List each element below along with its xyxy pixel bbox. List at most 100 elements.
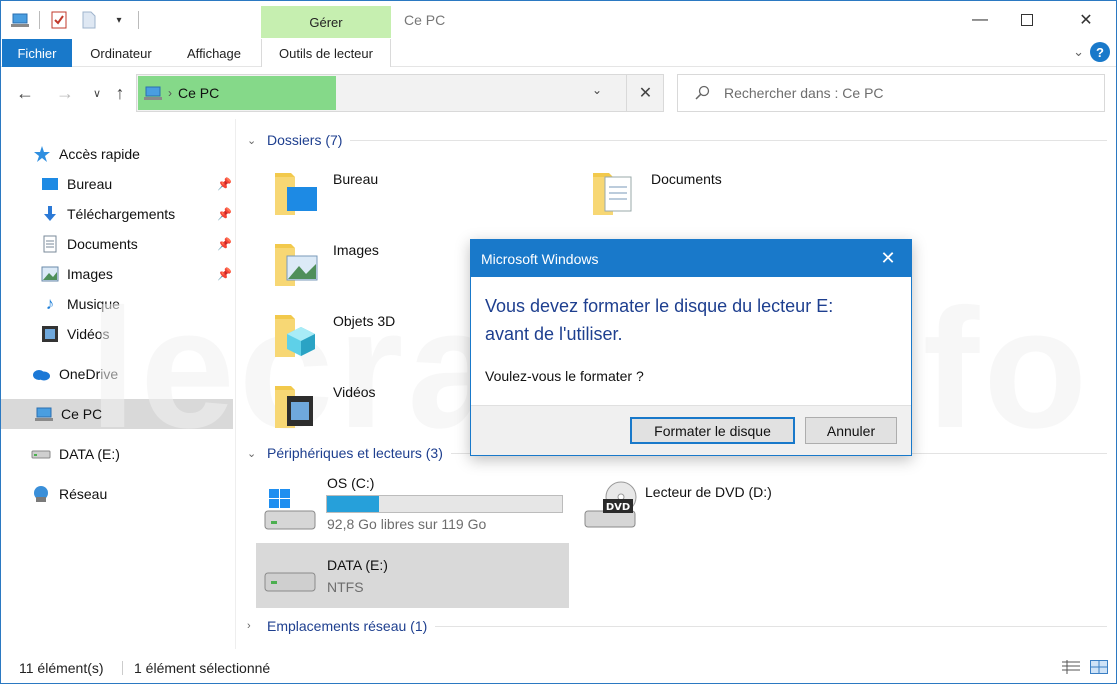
folder-objets-3d[interactable]: Objets 3D <box>267 305 395 361</box>
search-box[interactable]: Rechercher dans : Ce PC <box>677 74 1105 112</box>
format-dialog: Microsoft Windows ✕ Vous devez formater … <box>470 239 912 456</box>
cancel-button[interactable]: Annuler <box>805 417 897 444</box>
group-title: Dossiers (7) <box>267 132 343 148</box>
close-icon: ✕ <box>880 248 896 268</box>
customize-toolbar-icon[interactable]: ▾ <box>108 9 130 31</box>
tab-fichier[interactable]: Fichier <box>2 39 72 67</box>
close-icon: ✕ <box>1079 11 1093 29</box>
window-title: Ce PC <box>404 12 446 28</box>
search-placeholder: Rechercher dans : Ce PC <box>724 85 884 101</box>
sidebar-item-reseau[interactable]: Réseau <box>31 479 233 509</box>
download-icon <box>44 206 56 221</box>
status-separator <box>122 661 123 675</box>
image-icon <box>41 266 59 282</box>
minimize-button[interactable]: — <box>957 1 1003 38</box>
folder-label: Bureau <box>333 171 379 187</box>
breadcrumb-item[interactable]: Ce PC <box>178 85 219 101</box>
expand-ribbon-icon[interactable]: ⌄ <box>1073 44 1084 60</box>
group-header-emplacements-reseau[interactable]: › Emplacements réseau (1) <box>247 618 1107 634</box>
sidebar-item-documents[interactable]: Documents 📌 <box>41 229 233 259</box>
sidebar-item-label: Musique <box>67 296 120 312</box>
back-button[interactable]: ← <box>13 81 37 105</box>
format-disk-button[interactable]: Formater le disque <box>630 417 795 444</box>
3d-objects-folder-icon <box>267 305 323 361</box>
quick-access-toolbar: ▾ <box>9 9 139 31</box>
maximize-button[interactable] <box>1004 1 1050 38</box>
drive-usage-fill <box>327 496 379 512</box>
drive-label: OS (C:) <box>327 475 375 491</box>
drive-dvd-d[interactable]: DVD Lecteur de DVD (D:) <box>577 471 837 533</box>
close-button[interactable]: ✕ <box>1063 1 1109 38</box>
network-icon <box>34 486 48 502</box>
drive-os-c[interactable]: OS (C:) 92,8 Go libres sur 119 Go <box>257 471 577 533</box>
recent-locations-button[interactable]: ∨ <box>85 81 109 105</box>
dialog-close-button[interactable]: ✕ <box>865 240 911 277</box>
up-button[interactable]: ↑ <box>108 81 132 105</box>
folder-bureau[interactable]: Bureau <box>267 163 378 219</box>
navigation-bar: ← → ∨ ↑ › Ce PC ⌄ ✕ Rechercher dans : Ce… <box>1 67 1116 119</box>
tab-ordinateur[interactable]: Ordinateur <box>79 39 163 67</box>
address-bar[interactable]: › Ce PC ⌄ ✕ <box>136 74 664 112</box>
drive-icon <box>31 450 51 459</box>
pane-divider[interactable] <box>235 119 236 649</box>
sidebar-item-musique[interactable]: ♪ Musique <box>41 289 233 319</box>
forward-arrow-icon: → <box>56 82 74 103</box>
group-header-dossiers[interactable]: ⌄ Dossiers (7) <box>247 132 1107 148</box>
cloud-icon <box>33 370 50 381</box>
title-bar: ▾ Gérer Ce PC — ✕ <box>1 1 1116 39</box>
details-view-icon[interactable] <box>1062 660 1080 674</box>
drive-usage-bar <box>326 495 563 513</box>
folder-videos[interactable]: Vidéos <box>267 376 376 432</box>
sidebar-item-videos[interactable]: Vidéos <box>41 319 233 349</box>
tab-affichage[interactable]: Affichage <box>173 39 255 67</box>
address-dropdown-icon[interactable]: ⌄ <box>592 83 602 97</box>
sidebar-item-label: Vidéos <box>67 326 110 342</box>
pin-icon[interactable]: 📌 <box>217 267 232 281</box>
breadcrumb[interactable]: › Ce PC <box>138 76 336 110</box>
sidebar-item-ce-pc[interactable]: Ce PC <box>1 399 233 429</box>
properties-icon[interactable] <box>48 9 70 31</box>
sidebar-item-onedrive[interactable]: OneDrive <box>31 359 233 389</box>
pin-icon[interactable]: 📌 <box>217 237 232 251</box>
computer-icon <box>35 407 53 421</box>
sidebar-item-label: Téléchargements <box>67 206 176 222</box>
toolbar-separator <box>138 11 139 29</box>
drive-filesystem: NTFS <box>327 579 364 595</box>
close-icon: ✕ <box>638 85 653 102</box>
forward-button[interactable]: → <box>53 81 77 105</box>
computer-icon[interactable] <box>9 9 31 31</box>
dialog-main-instruction: Vous devez formater le disque du lecteur… <box>485 292 895 348</box>
sidebar-item-label: Bureau <box>67 176 113 192</box>
video-icon <box>42 326 58 342</box>
dvd-drive-icon: DVD <box>584 481 637 528</box>
folder-documents[interactable]: Documents <box>585 163 722 219</box>
sidebar-item-label: Documents <box>67 236 138 252</box>
desktop-folder-icon <box>267 163 323 219</box>
drive-icon <box>264 572 316 592</box>
sidebar-item-bureau[interactable]: Bureau 📌 <box>41 169 233 199</box>
sidebar-item-acces-rapide[interactable]: Accès rapide <box>33 139 233 169</box>
sidebar-item-telechargements[interactable]: Téléchargements 📌 <box>41 199 233 229</box>
contextual-tab-group[interactable]: Gérer <box>261 6 391 39</box>
tab-outils-de-lecteur[interactable]: Outils de lecteur <box>261 39 391 67</box>
sidebar-item-label: Ce PC <box>61 406 103 422</box>
sidebar-item-label: Images <box>67 266 113 282</box>
large-icons-view-icon[interactable] <box>1090 660 1108 674</box>
dialog-footer: Formater le disque Annuler <box>471 405 911 455</box>
pictures-folder-icon <box>267 234 323 290</box>
new-folder-icon[interactable] <box>78 9 100 31</box>
help-button[interactable]: ? <box>1090 42 1110 62</box>
clear-address-button[interactable]: ✕ <box>626 75 664 111</box>
sidebar-item-data-e[interactable]: DATA (E:) <box>31 439 233 469</box>
folder-images[interactable]: Images <box>267 234 379 290</box>
pin-icon[interactable]: 📌 <box>217 207 232 221</box>
folder-label: Images <box>333 242 379 258</box>
dialog-title: Microsoft Windows <box>471 240 911 277</box>
drive-label: DATA (E:) <box>327 557 388 573</box>
folder-label: Objets 3D <box>333 313 396 329</box>
explorer-window: ▾ Gérer Ce PC — ✕ Fichier Ordinateur Aff… <box>0 0 1117 684</box>
sidebar-item-images[interactable]: Images 📌 <box>41 259 233 289</box>
pin-icon[interactable]: 📌 <box>217 177 232 191</box>
drive-data-e[interactable]: DATA (E:) NTFS <box>256 543 569 608</box>
maximize-icon <box>1021 13 1033 26</box>
